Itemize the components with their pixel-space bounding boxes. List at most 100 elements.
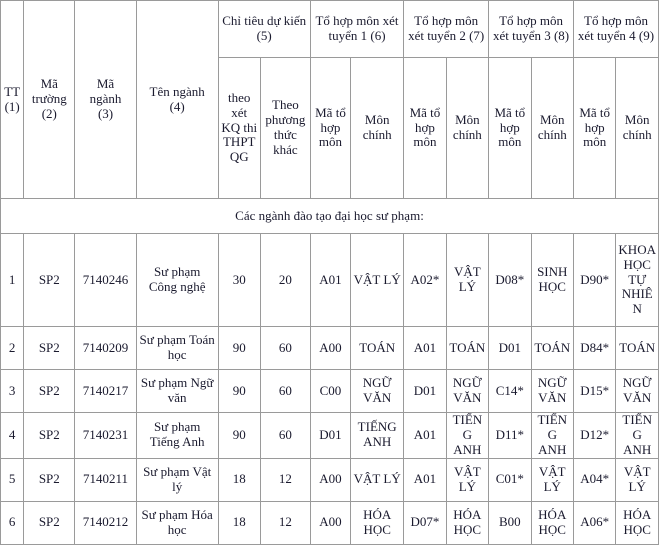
cell-ma-to-hop-3: D01: [488, 326, 532, 370]
header-ten-nganh-line2: (4): [169, 98, 185, 114]
cell-mon-chinh-2: VẬT LÝ: [445, 457, 490, 502]
header-row-top: TT (1) Mã trường (2) Mã ngành (3) Tên ng…: [0, 0, 660, 199]
cell-ma-to-hop-2: D07*: [403, 500, 447, 545]
header-mon-chinh-4: Môn chính: [615, 57, 659, 199]
cell-ma-nganh: 7140231: [74, 412, 137, 459]
cell-ma-to-hop-4: A04*: [572, 457, 617, 502]
cell-tt: 3: [0, 369, 25, 413]
cell-mon-chinh-1: NGỮ VĂN: [350, 369, 405, 413]
admission-table-sheet: TT (1) Mã trường (2) Mã ngành (3) Tên ng…: [0, 0, 660, 545]
table-header: TT (1) Mã trường (2) Mã ngành (3) Tên ng…: [0, 0, 660, 199]
header-ma-to-hop-mon-3: Mã tổ hợp môn: [488, 57, 532, 199]
table-row[interactable]: 2 SP2 7140209 Sư phạm Toán học 90 60 A00…: [0, 326, 659, 370]
cell-tt: 2: [0, 326, 25, 370]
cell-ct-khac: 60: [259, 326, 311, 370]
cell-ma-to-hop-2: D01: [403, 369, 447, 413]
cell-mon-chinh-3: VẬT LÝ: [530, 457, 574, 502]
cell-ma-nganh: 7140246: [74, 233, 137, 327]
cell-ma-nganh: 7140211: [74, 457, 137, 502]
header-ma-nganh: Mã ngành (3): [74, 0, 137, 199]
cell-ma-to-hop-1: D01: [309, 412, 352, 459]
header-mon-chinh-3: Môn chính: [530, 57, 574, 199]
cell-mon-chinh-2: NGỮ VĂN: [445, 369, 490, 413]
cell-ct-khac: 60: [259, 369, 311, 413]
cell-mon-chinh-1: TOÁN: [350, 326, 405, 370]
cell-ma-to-hop-3: D08*: [488, 233, 532, 327]
cell-mon-chinh-2: TOÁN: [445, 326, 490, 370]
header-chi-tieu-thpt: theo xét KQ thi THPT QG: [217, 57, 261, 199]
cell-ma-to-hop-4: A06*: [572, 500, 617, 545]
cell-ten-nganh: Sư phạm Vật lý: [135, 457, 219, 502]
header-ten-nganh: Tên ngành (4): [135, 0, 219, 199]
header-mon-chinh-2: Môn chính: [445, 57, 490, 199]
cell-mon-chinh-1: VẬT LÝ: [350, 457, 405, 502]
cell-ma-truong: SP2: [23, 369, 76, 413]
header-to-hop-2: Tổ hợp môn xét tuyển 2 (7): [403, 0, 490, 58]
header-to-hop-1: Tổ hợp môn xét tuyển 1 (6): [309, 0, 405, 58]
table-row[interactable]: 6 SP2 7140212 Sư phạm Hóa học 18 12 A00 …: [0, 500, 659, 545]
cell-ma-to-hop-1: A00: [309, 326, 352, 370]
header-ma-nganh-line1: Mã: [96, 76, 115, 92]
cell-mon-chinh-3: SINH HỌC: [530, 233, 574, 327]
cell-mon-chinh-4: HÓA HỌC: [615, 500, 659, 545]
cell-ct-thpt: 18: [217, 500, 261, 545]
cell-ten-nganh: Sư phạm Toán học: [135, 326, 219, 370]
cell-tt: 4: [0, 412, 25, 459]
section-title: Các ngành đào tạo đại học sư phạm:: [0, 198, 659, 234]
cell-ten-nganh: Sư phạm Hóa học: [135, 500, 219, 545]
cell-mon-chinh-4: NGỮ VĂN: [615, 369, 659, 413]
cell-ma-nganh: 7140209: [74, 326, 137, 370]
cell-ma-nganh: 7140217: [74, 369, 137, 413]
cell-ma-nganh: 7140212: [74, 500, 137, 545]
cell-ma-to-hop-3: C14*: [488, 369, 532, 413]
cell-ma-to-hop-3: D11*: [488, 412, 532, 459]
cell-ten-nganh: Sư phạm Ngữ văn: [135, 369, 219, 413]
header-ma-truong-line2: trường: [31, 91, 67, 107]
cell-ct-thpt: 18: [217, 457, 261, 502]
cell-ma-to-hop-1: A01: [309, 233, 352, 327]
cell-mon-chinh-4: TIẾNG ANH: [615, 412, 659, 459]
cell-tt: 6: [0, 500, 25, 545]
cell-ma-to-hop-2: A02*: [403, 233, 447, 327]
header-mon-chinh-1: Môn chính: [350, 57, 405, 199]
cell-mon-chinh-4: TOÁN: [615, 326, 659, 370]
cell-ten-nganh: Sư phạm Công nghệ: [135, 233, 219, 327]
cell-ma-to-hop-4: D15*: [572, 369, 617, 413]
cell-tt: 5: [0, 457, 25, 502]
cell-ma-to-hop-1: C00: [309, 369, 352, 413]
cell-mon-chinh-4: KHOA HỌC TỰ NHIÊN: [615, 233, 659, 327]
cell-ma-to-hop-2: A01: [403, 326, 447, 370]
cell-ma-truong: SP2: [23, 326, 76, 370]
cell-ma-truong: SP2: [23, 412, 76, 459]
cell-mon-chinh-4: VẬT LÝ: [615, 457, 659, 502]
section-header-row: Các ngành đào tạo đại học sư phạm:: [0, 198, 659, 234]
header-to-hop-3: Tổ hợp môn xét tuyển 3 (8): [488, 0, 574, 58]
cell-mon-chinh-2: TIẾNG ANH: [445, 412, 490, 459]
header-ma-to-hop-mon-1: Mã tổ hợp môn: [309, 57, 352, 199]
cell-ct-khac: 12: [259, 457, 311, 502]
cell-mon-chinh-1: VẬT LÝ: [350, 233, 405, 327]
cell-ct-thpt: 90: [217, 326, 261, 370]
cell-mon-chinh-1: HÓA HỌC: [350, 500, 405, 545]
header-ma-truong: Mã trường (2): [23, 0, 76, 199]
table-body: Các ngành đào tạo đại học sư phạm: 1 SP2…: [0, 198, 659, 545]
header-chi-tieu: Chỉ tiêu dự kiến (5): [217, 0, 311, 58]
header-ma-truong-line1: Mã: [40, 76, 58, 92]
cell-mon-chinh-1: TIẾNG ANH: [350, 412, 405, 459]
cell-ma-to-hop-3: C01*: [488, 457, 532, 502]
header-ma-to-hop-mon-2: Mã tổ hợp môn: [403, 57, 447, 199]
table-row[interactable]: 4 SP2 7140231 Sư phạm Tiếng Anh 90 60 D0…: [0, 412, 659, 459]
table-row[interactable]: 3 SP2 7140217 Sư phạm Ngữ văn 90 60 C00 …: [0, 369, 659, 413]
cell-ma-to-hop-4: D12*: [572, 412, 617, 459]
table-row[interactable]: 5 SP2 7140211 Sư phạm Vật lý 18 12 A00 V…: [0, 457, 659, 502]
cell-ma-to-hop-2: A01: [403, 457, 447, 502]
header-chi-tieu-khac: Theo phương thức khác: [259, 57, 311, 199]
header-tt-line2: (1): [4, 98, 20, 114]
header-ma-truong-line3: (2): [41, 105, 57, 121]
header-ma-to-hop-mon-4: Mã tổ hợp môn: [572, 57, 617, 199]
cell-mon-chinh-3: TIẾNG ANH: [530, 412, 574, 459]
header-to-hop-4: Tổ hợp môn xét tuyển 4 (9): [572, 0, 660, 58]
table-row[interactable]: 1 SP2 7140246 Sư phạm Công nghệ 30 20 A0…: [0, 233, 659, 327]
cell-ma-truong: SP2: [23, 457, 76, 502]
cell-mon-chinh-3: NGỮ VĂN: [530, 369, 574, 413]
